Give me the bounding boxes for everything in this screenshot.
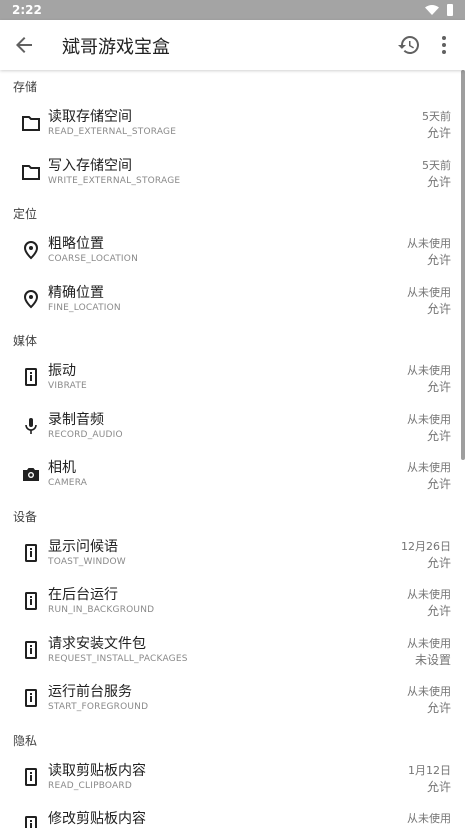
permission-name: 运行前台服务 (48, 684, 132, 700)
permission-code: COARSE_LOCATION (48, 254, 139, 264)
last-used-time: 5天前 (422, 158, 451, 172)
permission-row[interactable]: 读取存储空间 READ_EXTERNAL_STORAGE 5天前允许 (0, 100, 465, 149)
permission-row[interactable]: 相机 CAMERA 从未使用允许 (0, 451, 465, 500)
permission-list[interactable]: 存储 读取存储空间 READ_EXTERNAL_STORAGE 5天前 允许 写入存储空间… (0, 70, 465, 828)
permission-status: 允许 (426, 174, 451, 189)
folder-icon (22, 116, 40, 131)
last-used-time: 从未使用 (407, 461, 451, 474)
permission-row[interactable]: 振动 VIBRATE 从未使用允许 (0, 354, 465, 403)
vibrate-info-icon (25, 368, 37, 386)
last-used-time: 5天前 (422, 110, 451, 123)
permission-row[interactable]: 修改剪贴板内容从未使用允许 (0, 802, 465, 828)
permission-code: WRITE_EXTERNAL_STORAGE (48, 175, 181, 186)
folder-icon (22, 164, 40, 180)
permission-code: READ_CLIPBOARD (48, 780, 132, 791)
device-info-icon (25, 640, 37, 659)
permission-name: 读取存储空间 (48, 109, 132, 125)
scrollbar[interactable] (461, 70, 465, 460)
permission-row[interactable]: 粗略位置 COARSE_LOCATION 从未使用允许 (0, 227, 465, 276)
status-bar: 2:22 (0, 0, 465, 20)
last-used-time: 从未使用 (407, 364, 451, 377)
section-header: 设备 (13, 509, 38, 524)
permission-status: 允许 (426, 126, 451, 140)
last-used-time: 从未使用 (407, 412, 451, 426)
permission-name: 在后台运行 (48, 587, 118, 603)
permission-name: 修改剪贴板内容 (48, 811, 146, 827)
device-info-icon (25, 816, 37, 828)
permission-code: REQUEST_INSTALL_PACKAGES (48, 653, 188, 664)
permission-name: 粗略位置 (48, 236, 104, 252)
microphone-icon (25, 417, 37, 434)
permission-status: 允许 (426, 380, 451, 394)
permission-code: VIBRATE (48, 381, 87, 391)
permission-name: 振动 (48, 363, 76, 379)
last-used-time: 1月12日 (408, 763, 451, 777)
location-pin-icon (23, 289, 39, 308)
permission-code: CAMERA (48, 478, 88, 488)
permission-row[interactable]: 写入存储空间 WRITE_EXTERNAL_STORAGE 5天前允许 (0, 149, 465, 198)
permission-row[interactable]: 读取剪贴板内容 READ_CLIPBOARD 1月12日允许 (0, 754, 465, 803)
permission-row[interactable]: 显示问候语 TOAST_WINDOW 12月26日允许 (0, 530, 465, 579)
permission-code: FINE_LOCATION (48, 302, 121, 313)
device-info-icon (25, 767, 37, 786)
permission-status: 允许 (426, 428, 451, 443)
permission-code: RUN_IN_BACKGROUND (48, 605, 155, 615)
section-header: 定位 (13, 207, 38, 221)
permission-status: 允许 (426, 604, 451, 618)
permission-row[interactable]: 录制音频 RECORD_AUDIO 从未使用允许 (0, 403, 465, 452)
permission-code: RECORD_AUDIO (48, 429, 123, 440)
app-bar: 斌哥游戏宝盒 (0, 20, 465, 70)
section-header: 隐私 (13, 733, 38, 748)
last-used-time: 从未使用 (407, 812, 451, 825)
wifi-icon (425, 5, 439, 15)
battery-icon (447, 4, 453, 16)
permission-row[interactable]: 精确位置 FINE_LOCATION 从未使用允许 (0, 276, 465, 325)
permission-row[interactable]: 运行前台服务 START_FOREGROUND 从未使用允许 (0, 675, 465, 724)
permission-status: 允许 (426, 253, 451, 267)
last-used-time: 12月26日 (401, 539, 451, 553)
last-used-time: 从未使用 (407, 237, 451, 250)
permission-row[interactable]: 请求安装文件包 REQUEST_INSTALL_PACKAGES 从未使用未设置 (0, 627, 465, 676)
permission-status: 允许 (426, 701, 451, 715)
status-time: 2:22 (12, 3, 42, 17)
permission-name: 相机 (48, 460, 76, 476)
page-title: 斌哥游戏宝盒 (62, 37, 170, 58)
camera-icon (23, 468, 39, 481)
permission-name: 显示问候语 (48, 538, 118, 555)
last-used-time: 从未使用 (407, 285, 451, 299)
device-info-icon (25, 543, 37, 562)
permission-code: READ_EXTERNAL_STORAGE (48, 127, 177, 137)
permission-row[interactable]: 在后台运行 RUN_IN_BACKGROUND 从未使用允许 (0, 578, 465, 627)
more-vert-icon[interactable] (432, 33, 456, 57)
permission-section: 定位 粗略位置 COARSE_LOCATION 从未使用 允许 精确位置 FINE_LOCA… (0, 197, 465, 324)
section-header: 存储 (13, 80, 38, 94)
section-header: 媒体 (13, 334, 38, 348)
permission-section: 媒体 振动 VIBRATE 从未使用 允许 录制音频 RECORD_AUDIO 从未使用 允许相… (0, 324, 465, 500)
permission-name: 读取剪贴板内容 (48, 762, 146, 779)
permission-status: 允许 (426, 301, 451, 316)
permission-section: 存储 读取存储空间 READ_EXTERNAL_STORAGE 5天前 允许 写入存储空间… (0, 70, 465, 197)
permission-status: 允许 (426, 477, 451, 491)
location-pin-icon (23, 240, 39, 260)
permission-section: 设备 显示问候语 TOAST_WINDOW 12月26日 允许 在后台运行 RUN_IN_B… (0, 500, 465, 724)
permission-name: 写入存储空间 (48, 157, 132, 174)
last-used-time: 从未使用 (407, 685, 451, 698)
permission-status: 未设置 (414, 652, 451, 667)
device-info-icon (25, 592, 37, 610)
permission-status: 允许 (426, 555, 451, 570)
permission-status: 允许 (426, 779, 451, 794)
back-arrow-icon[interactable] (12, 33, 36, 57)
permission-name: 请求安装文件包 (48, 635, 146, 652)
permission-section: 隐私 读取剪贴板内容 READ_CLIPBOARD 1月12日允许修改剪贴板内容 从未使… (0, 724, 465, 828)
last-used-time: 从未使用 (407, 588, 451, 601)
permission-code: TOAST_WINDOW (48, 556, 126, 567)
last-used-time: 从未使用 (407, 636, 451, 650)
permission-name: 精确位置 (48, 284, 104, 301)
device-info-icon (25, 689, 37, 707)
permission-name: 录制音频 (48, 411, 104, 428)
history-icon[interactable] (397, 33, 421, 57)
permission-code: START_FOREGROUND (48, 702, 149, 712)
